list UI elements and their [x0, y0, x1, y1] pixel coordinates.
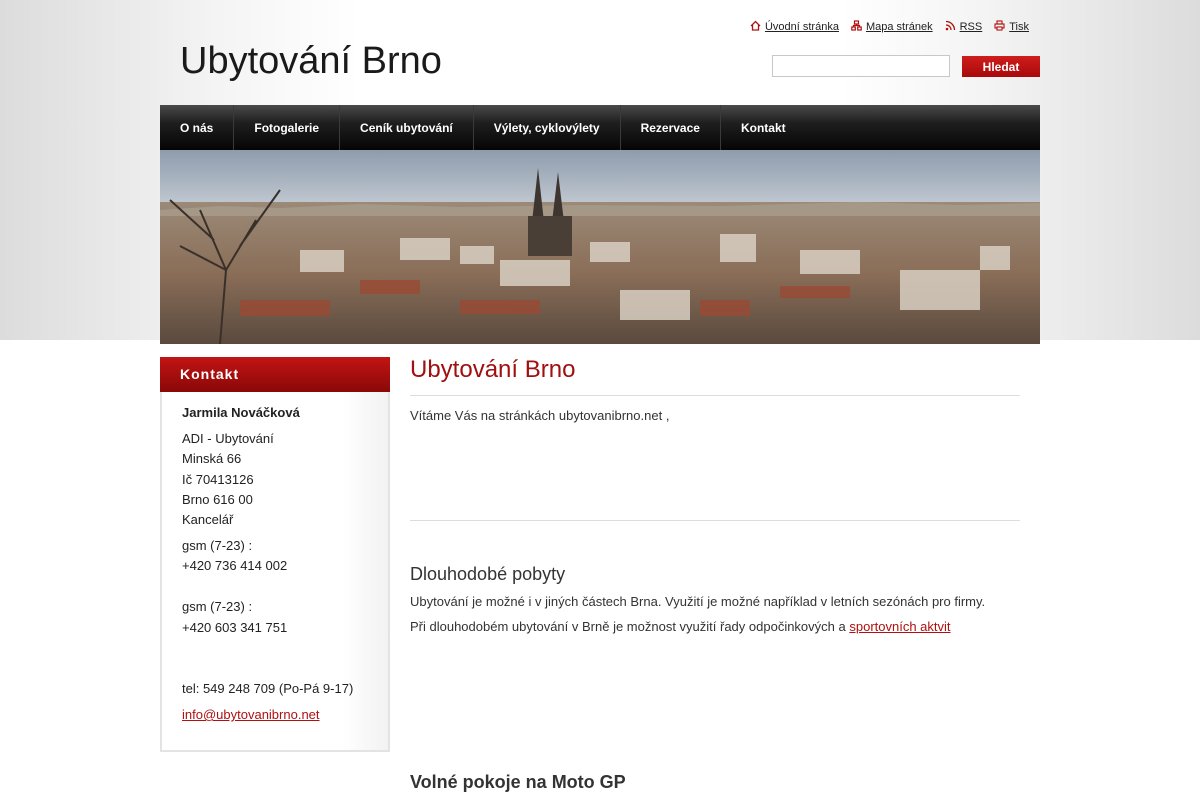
toplink-home[interactable]: Úvodní stránka: [750, 20, 839, 34]
site-title[interactable]: Ubytování Brno: [180, 38, 442, 84]
gsm-label: gsm (7-23) :: [182, 599, 253, 614]
toplink-label: Mapa stránek: [865, 21, 933, 33]
search-input[interactable]: [772, 55, 950, 77]
address-line: Kancelář: [182, 512, 234, 527]
address-line: Minská 66: [182, 451, 242, 466]
main-nav: O nás Fotogalerie Ceník ubytování Výlety…: [160, 105, 1040, 150]
sidebar-title: Kontakt: [160, 357, 390, 392]
address-line: Ič 70413126: [182, 472, 254, 487]
toplink-label: RSS: [959, 21, 983, 33]
home-icon: [750, 20, 761, 34]
section-paragraph: Ubytování je možné i v jiných částech Br…: [410, 594, 986, 609]
telephone: tel: 549 248 709 (Po-Pá 9-17): [182, 681, 354, 696]
divider: [410, 520, 1020, 521]
nav-item-o-nas[interactable]: O nás: [160, 105, 235, 150]
sitemap-icon: [851, 20, 862, 34]
gsm-label: gsm (7-23) :: [182, 538, 253, 553]
toplink-label: Úvodní stránka: [764, 21, 839, 33]
city-panorama-image: [160, 150, 1040, 344]
header-banner-image: [160, 150, 1040, 344]
contact-name: Jarmila Nováčková: [182, 405, 300, 420]
address-line: ADI - Ubytování: [182, 431, 274, 446]
section-heading-moto-gp: Volné pokoje na Moto GP: [410, 772, 626, 792]
toplink-rss[interactable]: RSS: [945, 20, 983, 34]
nav-item-rezervace[interactable]: Rezervace: [621, 105, 721, 150]
nav-item-cenik[interactable]: Ceník ubytování: [340, 105, 474, 150]
section-heading-long-stays: Dlouhodobé pobyty: [410, 564, 566, 584]
gsm-number: +420 736 414 002: [182, 558, 288, 573]
contact-box: Jarmila Nováčková ADI - Ubytování Minská…: [160, 392, 390, 752]
search-button[interactable]: Hledat: [962, 56, 1040, 77]
welcome-text: Vítáme Vás na stránkách ubytovanibrno.ne…: [410, 408, 670, 423]
top-links: Úvodní stránka Mapa stránek RSS Tisk: [750, 20, 1029, 34]
nav-item-fotogalerie[interactable]: Fotogalerie: [234, 105, 341, 150]
paragraph-text: Při dlouhodobém ubytování v Brně je možn…: [410, 619, 850, 634]
toplink-label: Tisk: [1009, 21, 1029, 33]
print-icon: [994, 20, 1005, 34]
nav-item-vylety[interactable]: Výlety, cyklovýlety: [474, 105, 621, 150]
toplink-print[interactable]: Tisk: [994, 20, 1029, 34]
toplink-sitemap[interactable]: Mapa stránek: [851, 20, 933, 34]
page-title: Ubytování Brno: [410, 356, 576, 383]
address-line: Brno 616 00: [182, 492, 253, 507]
rss-icon: [945, 20, 956, 34]
email-link[interactable]: info@ubytovanibrno.net: [182, 707, 320, 723]
gsm-number: +420 603 341 751: [182, 620, 288, 635]
sport-activities-link[interactable]: sportovních aktvit: [849, 619, 950, 634]
divider: [410, 395, 1020, 396]
nav-item-kontakt[interactable]: Kontakt: [721, 105, 806, 150]
section-paragraph: Při dlouhodobém ubytování v Brně je možn…: [410, 619, 951, 635]
